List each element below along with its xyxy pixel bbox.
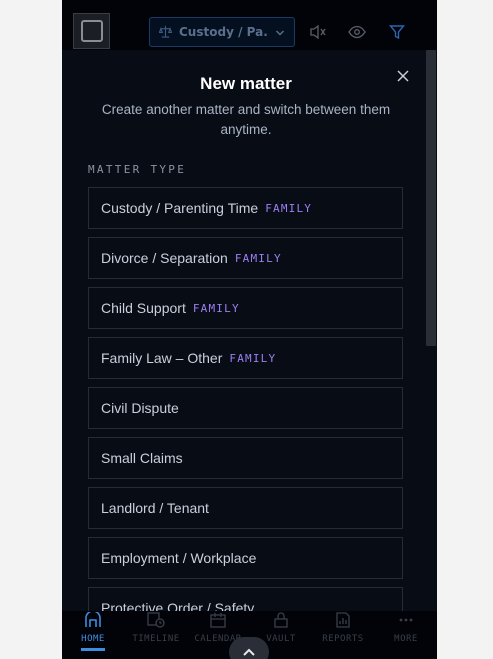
- modal-title: New matter: [200, 74, 292, 93]
- filter-icon[interactable]: [385, 20, 409, 44]
- matter-type-label: Divorce / Separation: [101, 250, 228, 266]
- matter-type-label: Landlord / Tenant: [101, 500, 209, 516]
- matter-type-label: Small Claims: [101, 450, 183, 466]
- calendar-icon: [209, 611, 227, 632]
- matter-type-option[interactable]: Employment / Workplace: [88, 537, 403, 579]
- matter-selector[interactable]: Custody / Pa...: [149, 17, 295, 47]
- reports-icon: [334, 611, 352, 632]
- matter-type-label: Family Law – Other: [101, 350, 223, 366]
- active-indicator: [81, 648, 105, 651]
- nav-label: HOME: [81, 634, 105, 644]
- mute-icon[interactable]: [306, 20, 330, 44]
- nav-home[interactable]: HOME: [62, 610, 124, 659]
- matter-type-label: Civil Dispute: [101, 400, 179, 416]
- nav-more[interactable]: MORE: [375, 611, 437, 659]
- family-tag: FAMILY: [234, 251, 282, 265]
- modal-subtitle: Create another matter and switch between…: [101, 102, 391, 137]
- nav-reports[interactable]: REPORTS: [312, 611, 374, 659]
- chevron-up-icon: [242, 642, 256, 659]
- family-tag: FAMILY: [265, 201, 313, 215]
- matter-type-option[interactable]: Landlord / Tenant: [88, 487, 403, 529]
- matter-type-option[interactable]: Small Claims: [88, 437, 403, 479]
- nav-label: REPORTS: [322, 634, 364, 644]
- matter-type-label: Child Support: [101, 300, 186, 316]
- nav-label: MORE: [394, 634, 418, 644]
- section-label: MATTER TYPE: [88, 163, 187, 176]
- vault-icon: [272, 611, 290, 632]
- matter-type-label: Employment / Workplace: [101, 550, 257, 566]
- matter-type-option[interactable]: Divorce / Separation FAMILY: [88, 237, 403, 279]
- nav-label: TIMELINE: [132, 634, 180, 644]
- matter-type-option[interactable]: Child Support FAMILY: [88, 287, 403, 329]
- matter-type-label: Custody / Parenting Time: [101, 200, 259, 216]
- matter-type-list: Custody / Parenting Time FAMILY Divorce …: [88, 187, 403, 637]
- timeline-icon: [147, 611, 165, 632]
- modal-scrollbar[interactable]: [426, 50, 436, 346]
- expand-nav-button[interactable]: [229, 637, 269, 659]
- chevron-down-icon: [275, 23, 285, 42]
- family-tag: FAMILY: [229, 351, 277, 365]
- more-icon: [397, 611, 415, 632]
- app-screen: Custody / Pa... New matter Create anothe…: [62, 0, 437, 659]
- matter-selector-value: Custody / Pa...: [179, 25, 268, 39]
- app-logo[interactable]: [73, 13, 110, 49]
- nav-label: VAULT: [266, 634, 296, 644]
- scale-icon: [158, 23, 173, 42]
- matter-type-option[interactable]: Family Law – Other FAMILY: [88, 337, 403, 379]
- nav-timeline[interactable]: TIMELINE: [125, 611, 187, 659]
- eye-icon[interactable]: [345, 20, 369, 44]
- matter-type-option[interactable]: Civil Dispute: [88, 387, 403, 429]
- new-matter-modal: New matter Create another matter and swi…: [62, 50, 437, 629]
- matter-type-option[interactable]: Custody / Parenting Time FAMILY: [88, 187, 403, 229]
- home-icon: [84, 610, 102, 632]
- family-tag: FAMILY: [192, 301, 240, 315]
